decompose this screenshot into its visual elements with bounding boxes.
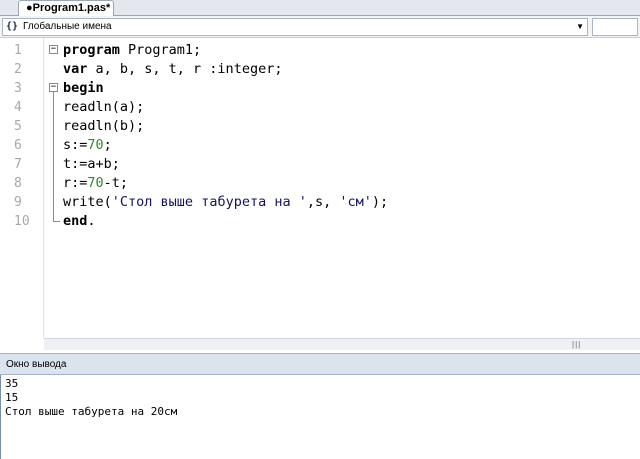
braces-icon: {} xyxy=(6,21,19,32)
code-token: ; xyxy=(103,137,112,153)
fold-toggle-begin[interactable]: − xyxy=(49,83,58,92)
scope-dropdown-label: Глобальные имена xyxy=(23,21,112,32)
code-token: write( xyxy=(63,194,112,210)
line-number: 1 xyxy=(14,43,22,58)
tab-program1[interactable]: ●Program1.pas* xyxy=(18,0,114,16)
line-number: 6 xyxy=(14,138,22,153)
code-line[interactable]: program Program1; xyxy=(63,41,201,60)
code-line[interactable]: readln(b); xyxy=(63,117,144,136)
code-token: -t; xyxy=(103,175,129,191)
code-token: r:= xyxy=(63,175,88,191)
code-line[interactable]: begin xyxy=(63,79,104,98)
scope-dropdown[interactable]: {} Глобальные имена ▼ xyxy=(2,18,588,36)
keyword-token: program xyxy=(63,42,120,58)
code-line[interactable]: s:=70; xyxy=(63,136,112,155)
code-line[interactable]: r:=70-t; xyxy=(63,174,128,193)
line-number: 2 xyxy=(14,62,22,77)
fold-guide xyxy=(53,88,54,221)
keyword-token: begin xyxy=(63,80,104,96)
keyword-token: end xyxy=(63,213,88,229)
code-token: a, b, s, t, r :integer; xyxy=(87,61,283,77)
code-line[interactable]: readln(a); xyxy=(63,98,144,117)
tab-strip: ●Program1.pas* xyxy=(0,0,640,16)
line-number: 7 xyxy=(14,157,22,172)
number-token: 70 xyxy=(87,175,104,191)
scrollbar-grip-icon[interactable]: ||| xyxy=(572,341,581,349)
code-editor[interactable]: 1 2 3 4 5 6 7 8 9 10 − − program Program1; var a, … xyxy=(0,38,640,338)
code-token: . xyxy=(87,213,96,229)
output-line: Стол выше табурета на 20см xyxy=(5,405,178,418)
scope-toolbar: {} Глобальные имена ▼ xyxy=(0,16,640,38)
code-line[interactable]: t:=a+b; xyxy=(63,155,120,174)
code-token: readln(a); xyxy=(63,99,145,115)
fold-toggle-program[interactable]: − xyxy=(49,45,58,54)
keyword-token: var xyxy=(63,61,88,77)
output-line: 35 xyxy=(5,377,19,390)
chevron-down-icon[interactable]: ▼ xyxy=(576,21,584,33)
code-line[interactable]: var a, b, s, t, r :integer; xyxy=(63,60,282,79)
line-number: 10 xyxy=(14,214,30,229)
member-dropdown[interactable] xyxy=(592,18,638,36)
output-line: 15 xyxy=(5,391,19,404)
fold-guide-end xyxy=(53,221,60,222)
line-number: 3 xyxy=(14,81,22,96)
code-token: Program1; xyxy=(119,42,202,58)
code-token: ,s, xyxy=(306,194,340,210)
code-line[interactable]: end. xyxy=(63,212,96,231)
line-number: 8 xyxy=(14,176,22,191)
number-token: 70 xyxy=(87,137,104,153)
output-window[interactable]: 35 15 Стол выше табурета на 20см xyxy=(0,375,640,459)
output-window-title: Окно вывода xyxy=(6,359,67,370)
string-token: 'Стол выше табурета на ' xyxy=(111,194,307,210)
code-token: s:= xyxy=(63,137,88,153)
string-token: 'см' xyxy=(339,194,372,210)
horizontal-scrollbar[interactable]: ||| xyxy=(44,338,640,350)
code-line[interactable]: write('Стол выше табурета на ',s, 'см'); xyxy=(63,193,388,212)
line-number: 4 xyxy=(14,100,22,115)
line-number: 9 xyxy=(14,195,22,210)
code-token: readln(b); xyxy=(63,118,145,134)
output-window-header: Окно вывода xyxy=(0,353,640,375)
code-token: t:=a+b; xyxy=(63,156,120,172)
line-number-gutter: 1 2 3 4 5 6 7 8 9 10 xyxy=(0,38,44,338)
line-number: 5 xyxy=(14,119,22,134)
code-token: ); xyxy=(371,194,389,210)
